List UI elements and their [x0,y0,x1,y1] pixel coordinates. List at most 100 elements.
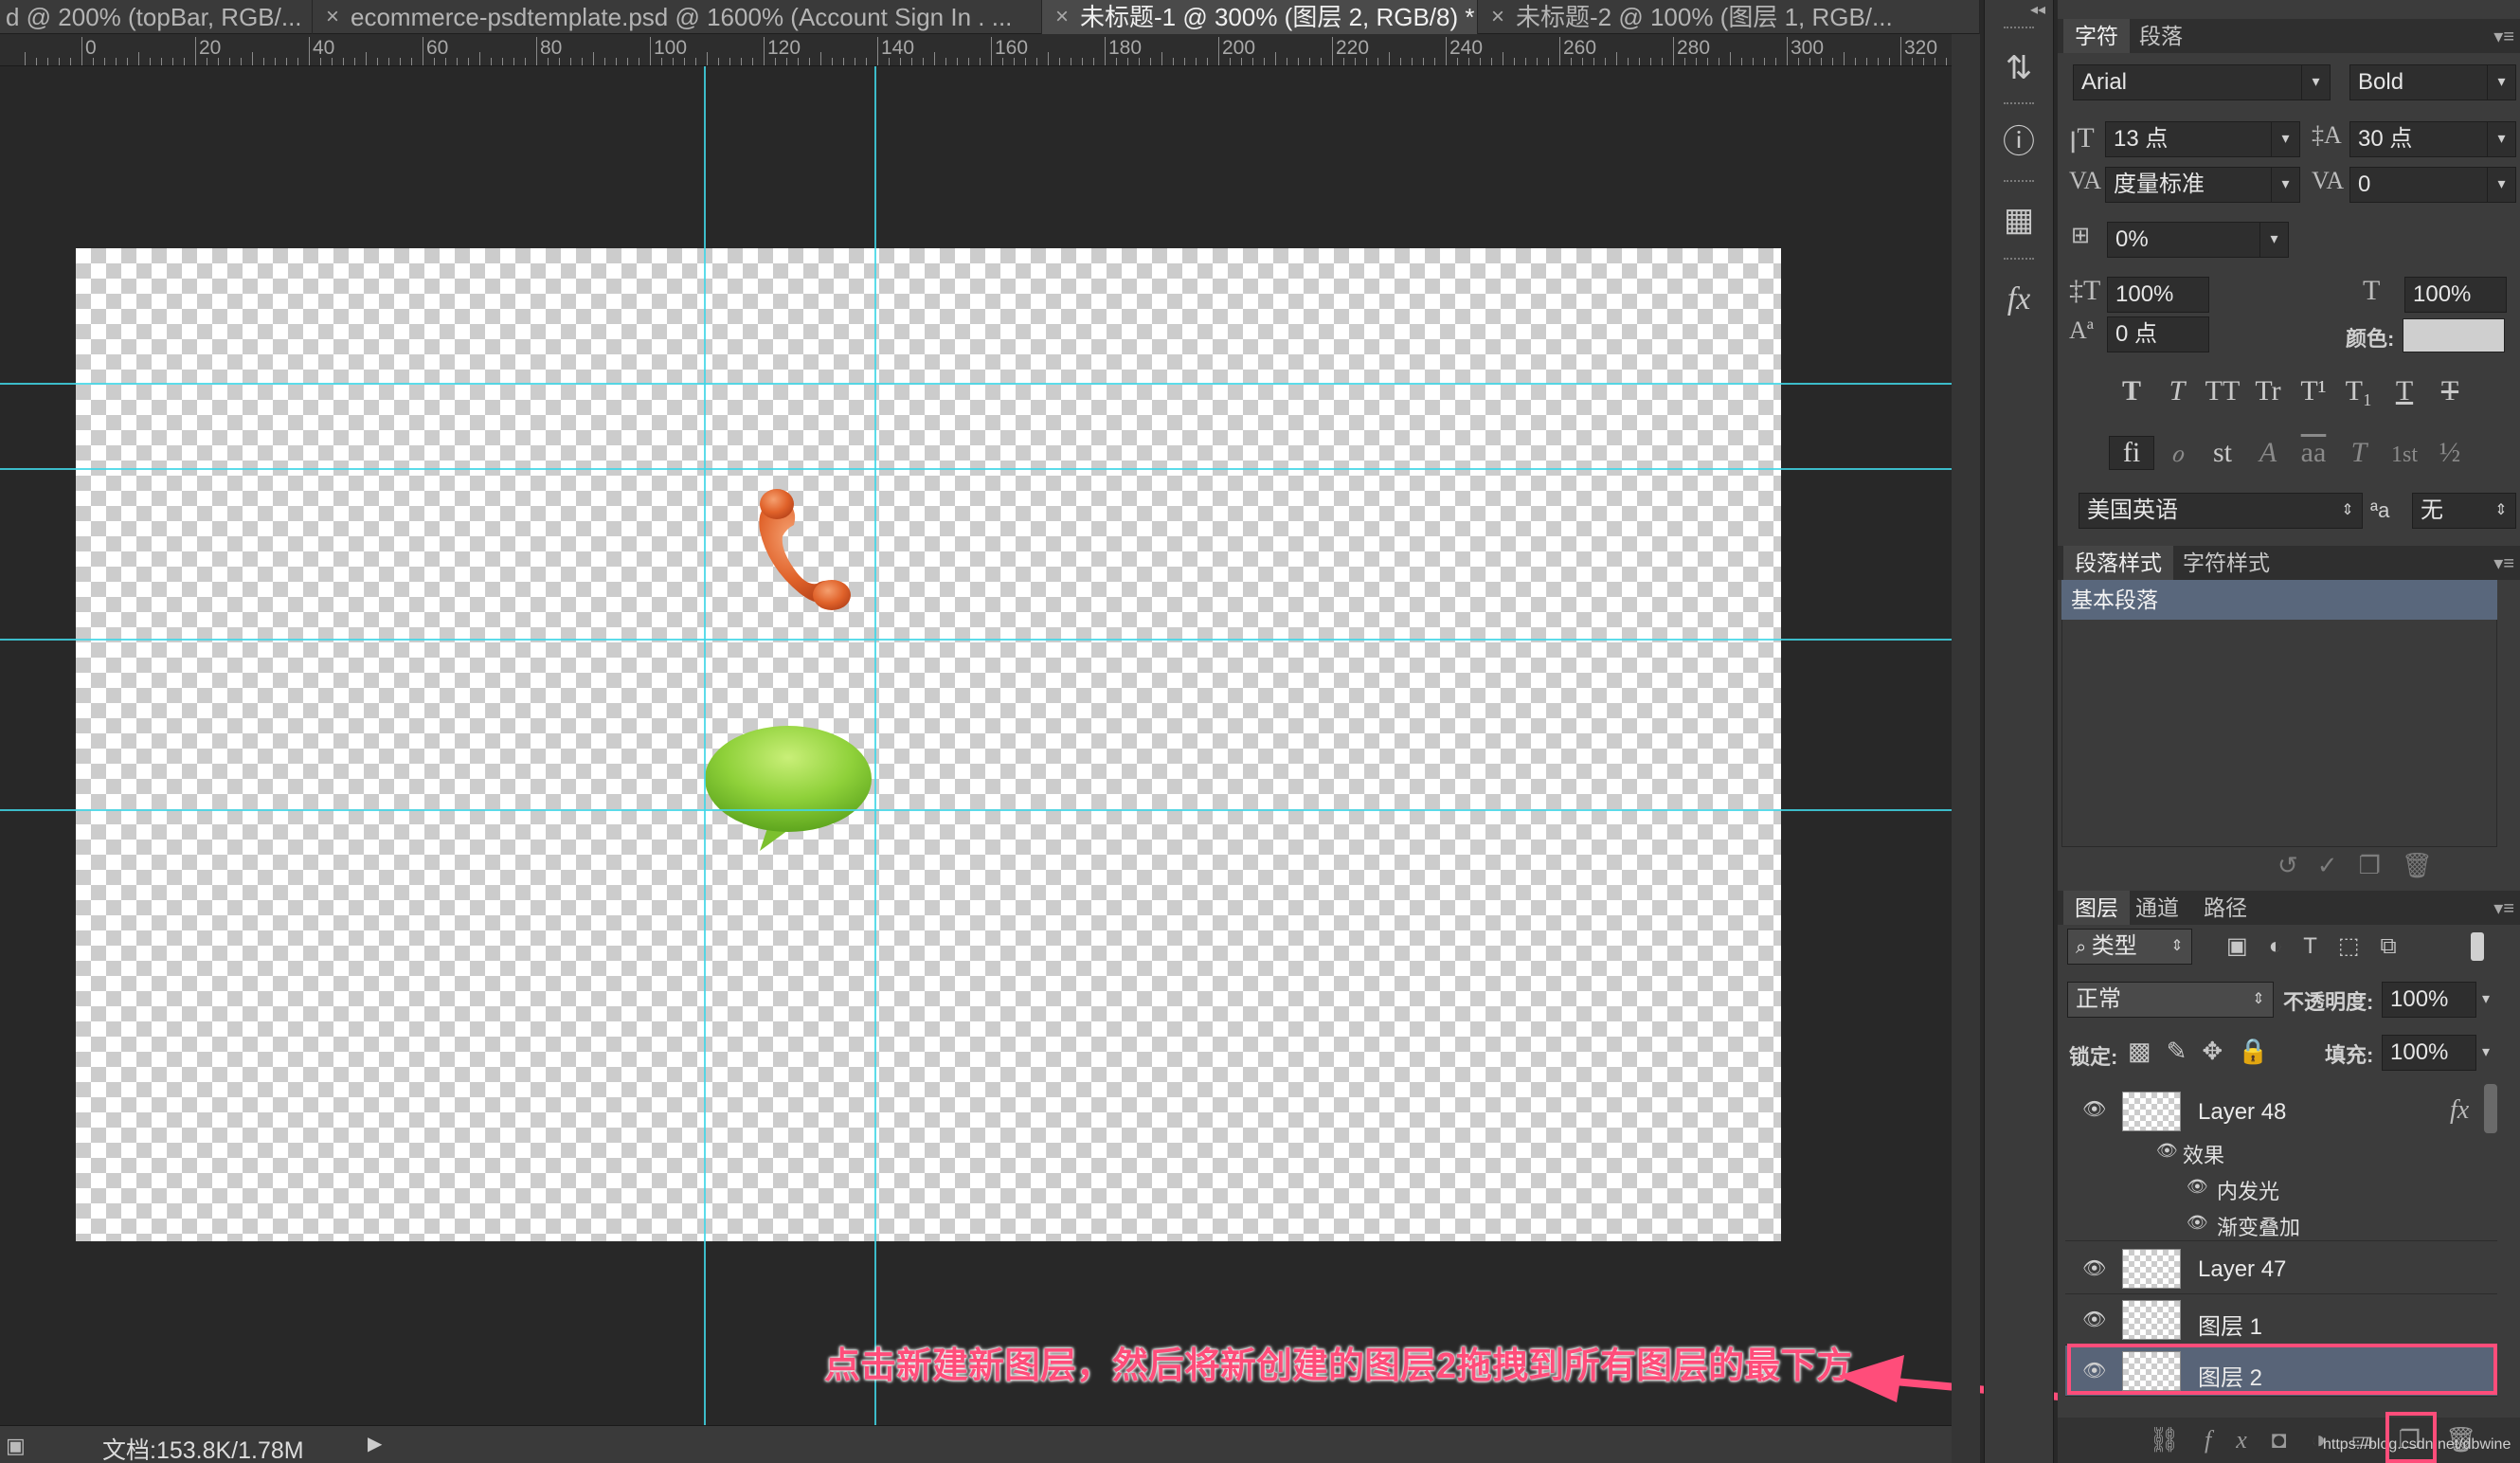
vertical-scale-field[interactable]: 100% [2107,277,2209,313]
adjustment-filter-icon[interactable]: ◐ [2269,933,2304,959]
font-style-select[interactable]: Bold ▾ [2349,64,2516,100]
subscript-button[interactable]: T₁ [2336,375,2382,407]
eye-icon[interactable]: 👁 [2187,1177,2208,1197]
layer-name[interactable]: Layer 47 [2198,1256,2286,1283]
eye-icon[interactable]: 👁 [2082,1308,2106,1331]
stylistic-alternates-button[interactable]: A [2245,437,2291,469]
paragraph-styles-list[interactable] [2061,580,2497,847]
panel-menu-icon[interactable]: ▾≡ [2493,25,2514,48]
layer-filter-select[interactable]: ⌕ 类型 ⇕ [2067,929,2192,965]
kerning-select[interactable]: 度量标准 ▾ [2105,167,2300,203]
collapse-panels-icon[interactable]: ◂◂ [2030,0,2045,19]
faux-bold-button[interactable]: T [2109,375,2154,407]
tsume-field[interactable]: 0% ▾ [2107,222,2289,258]
status-menu-arrow[interactable]: ▶ [368,1432,382,1455]
antialias-select[interactable]: 无 ⇕ [2412,493,2516,529]
fractions-button[interactable]: ½ [2427,437,2473,469]
leading-field[interactable]: 30 点 ▾ [2349,121,2516,157]
tracking-field[interactable]: 0 ▾ [2349,167,2516,203]
tab-document-4[interactable]: × 未标题-2 @ 100% (图层 1, RGB/... [1478,0,1980,34]
horizontal-scale-field[interactable]: 100% [2404,277,2507,313]
fill-field[interactable]: 100% [2382,1035,2476,1071]
lock-transparency-icon[interactable]: ▩ [2128,1037,2167,1065]
ligatures-button[interactable]: fi [2109,436,2154,470]
font-size-field[interactable]: 13 点 ▾ [2105,121,2300,157]
tab-layers[interactable]: 图层 [2063,891,2130,925]
underline-button[interactable]: T [2382,375,2427,407]
lock-position-icon[interactable]: ✥ [2202,1037,2238,1065]
ornaments-button[interactable]: T [2336,437,2382,469]
close-icon[interactable]: × [326,0,339,34]
eye-icon[interactable]: 👁 [2156,1141,2178,1161]
faux-italic-button[interactable]: T [2154,375,2200,407]
grip-handle[interactable] [2004,102,2034,108]
grid-icon[interactable]: ▦ [1994,195,2043,244]
opacity-field[interactable]: 100% [2382,982,2476,1018]
grip-handle[interactable] [2004,180,2034,186]
tab-document-3-active[interactable]: × 未标题-1 @ 300% (图层 2, RGB/8) * [1042,0,1478,34]
horizontal-ruler[interactable]: 0 20 40 60 80 100 120 140 160 180 200 220 240 260 280 3… [0,34,1952,66]
delete-style-icon[interactable]: 🗑 [2402,851,2433,879]
vertical-guide[interactable] [874,66,876,1425]
layers-scrollbar[interactable] [2484,1084,2497,1133]
grip-handle[interactable] [2004,27,2034,32]
effect-inner-glow[interactable]: 内发光 [2217,1175,2279,1205]
redefine-style-icon[interactable]: ✓ [2317,851,2338,879]
document-canvas[interactable] [76,248,1781,1241]
swash-button[interactable]: st [2200,437,2245,469]
font-family-select[interactable]: Arial ▾ [2073,64,2331,100]
history-icon[interactable]: ⇅ [1994,44,2043,93]
tab-document-2[interactable]: × ecommerce-psdtemplate.psd @ 1600% (Acc… [313,0,1042,34]
mask-icon[interactable]: ◘ [2272,1425,2312,1454]
tab-character-styles[interactable]: 字符样式 [2171,546,2281,580]
grip-handle[interactable] [2004,258,2034,263]
fx-icon[interactable]: fx [2205,1426,2272,1454]
smart-object-filter-icon[interactable]: ⧉ [2381,933,2418,959]
clear-override-icon[interactable]: ↺ [2277,851,2298,879]
chevron-down-icon[interactable]: ▾ [2482,989,2490,1008]
all-caps-button[interactable]: TT [2200,375,2245,407]
horizontal-guide[interactable] [0,383,1952,385]
canvas-scroll-strip[interactable] [1952,34,1980,1463]
paragraph-style-item[interactable]: 基本段落 [2061,580,2497,620]
shape-filter-icon[interactable]: ⬚ [2338,933,2381,959]
strikethrough-button[interactable]: T [2427,375,2473,407]
type-filter-icon[interactable]: T [2303,933,2338,959]
baseline-shift-field[interactable]: 0 点 [2107,316,2209,352]
layer-row-layer-1[interactable]: 👁 图层 1 [2065,1294,2497,1346]
canvas-area[interactable] [0,66,1952,1425]
info-icon[interactable]: ⓘ [1994,117,2043,167]
lock-pixels-icon[interactable]: ✎ [2167,1037,2203,1065]
eye-icon[interactable]: 👁 [2082,1256,2106,1280]
panel-menu-icon[interactable]: ▾≡ [2493,896,2514,920]
eye-icon[interactable]: 👁 [2187,1213,2208,1233]
link-icon[interactable]: ⛓ [2149,1425,2205,1454]
discretionary-ligatures-button[interactable]: ℴ [2154,436,2200,469]
tab-paths[interactable]: 路径 [2192,891,2259,925]
pixel-filter-icon[interactable]: ▣ [2226,933,2269,959]
ordinals-button[interactable]: 1st [2382,443,2427,468]
text-color-swatch[interactable] [2403,318,2505,352]
layer-row-layer-48[interactable]: 👁 Layer 48 fx 👁 效果 👁 内发光 👁 渐变叠加 [2065,1082,2497,1241]
tab-paragraph[interactable]: 段落 [2128,19,2194,53]
layer-name[interactable]: Layer 48 [2198,1099,2286,1126]
horizontal-guide[interactable] [0,639,1952,641]
blend-mode-select[interactable]: 正常 ⇕ [2067,982,2274,1018]
vertical-guide[interactable] [704,66,706,1425]
effect-gradient-overlay[interactable]: 渐变叠加 [2217,1211,2300,1241]
fx-icon[interactable]: fx [2450,1095,2469,1126]
effects-label[interactable]: 效果 [2183,1139,2224,1169]
horizontal-guide[interactable] [0,809,1952,811]
eye-icon[interactable]: 👁 [2082,1097,2106,1121]
chevron-down-icon[interactable]: ▾ [2482,1042,2490,1061]
panel-menu-icon[interactable]: ▾≡ [2493,551,2514,575]
superscript-button[interactable]: T¹ [2291,375,2336,407]
tab-document-1[interactable]: d @ 200% (topBar, RGB/... [0,0,313,34]
layer-row-layer-47[interactable]: 👁 Layer 47 [2065,1243,2497,1294]
status-icon[interactable]: ▣ [6,1434,26,1458]
titling-alternates-button[interactable]: aa [2291,437,2336,469]
close-icon[interactable]: × [1491,0,1504,34]
tab-channels[interactable]: 通道 [2124,891,2190,925]
layer-name[interactable]: 图层 1 [2198,1308,2262,1341]
horizontal-guide[interactable] [0,468,1952,470]
